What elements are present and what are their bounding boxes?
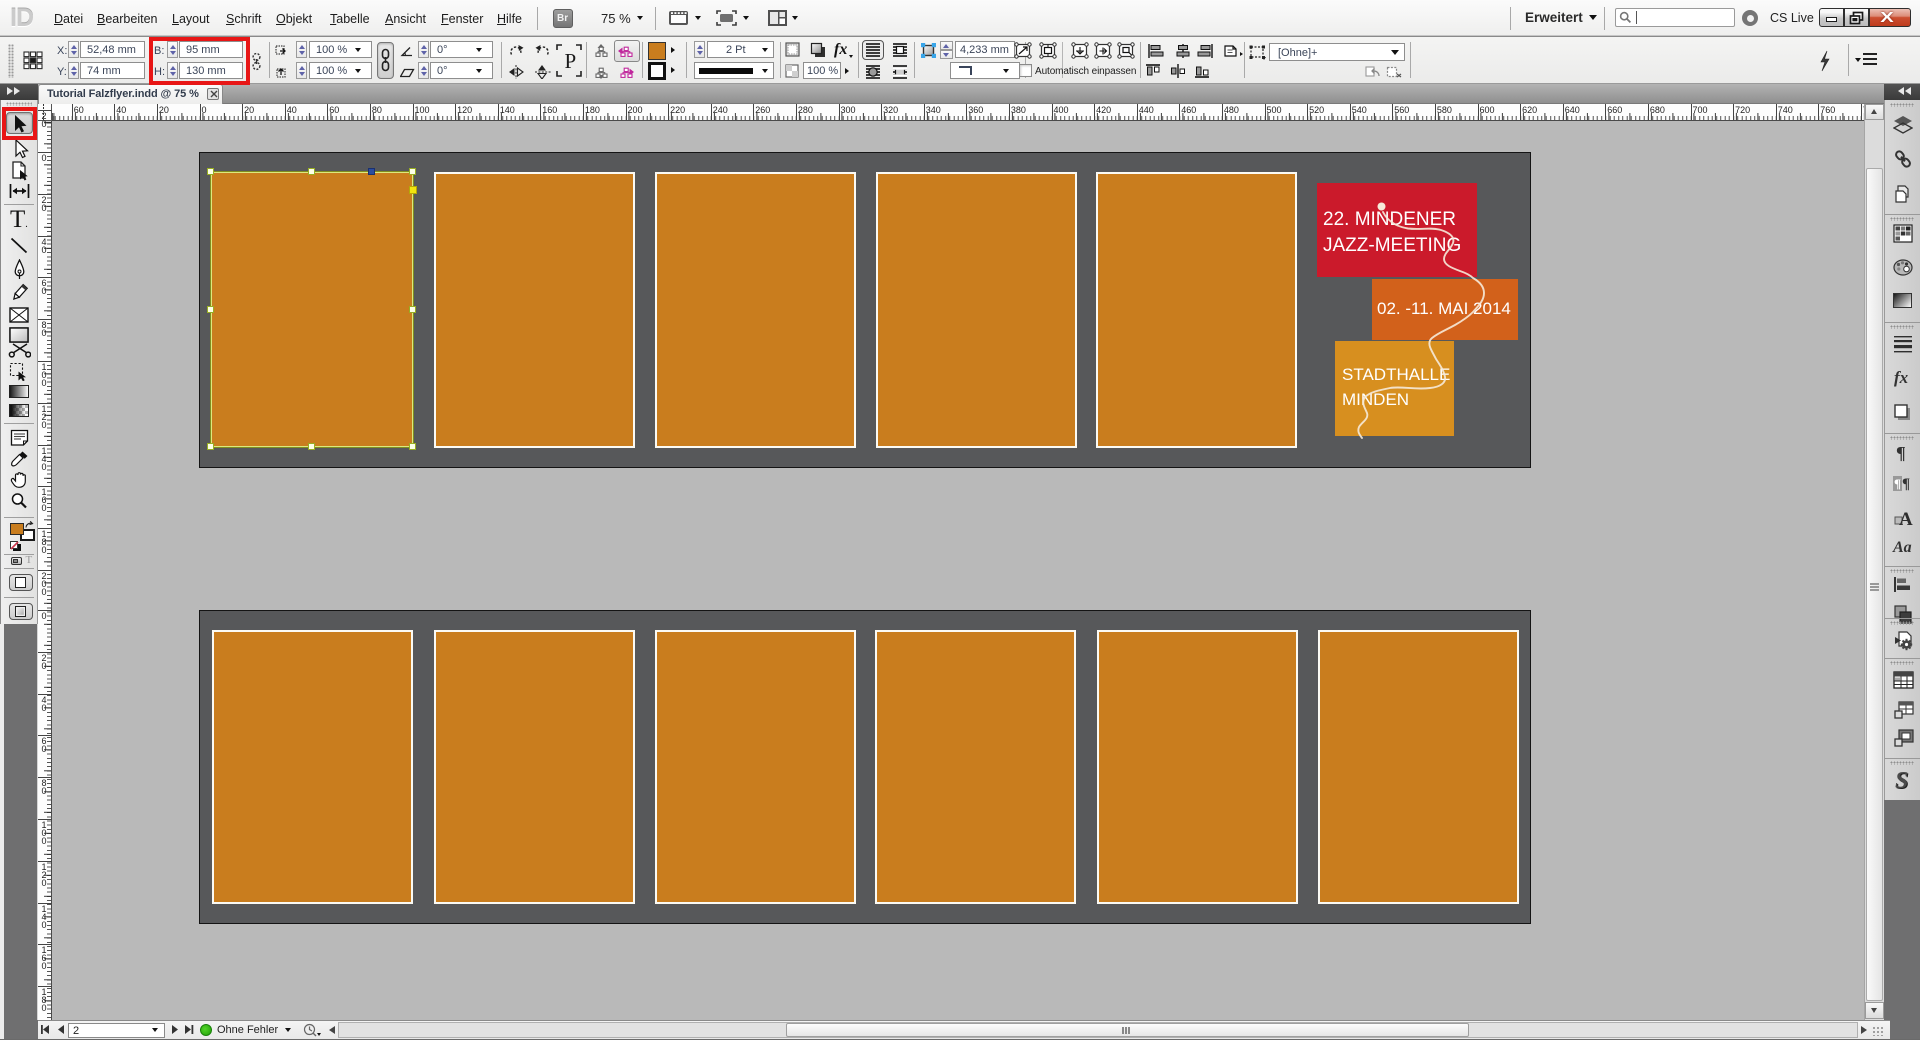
svg-text:P: P — [565, 49, 577, 73]
svg-text:A: A — [1899, 509, 1913, 528]
